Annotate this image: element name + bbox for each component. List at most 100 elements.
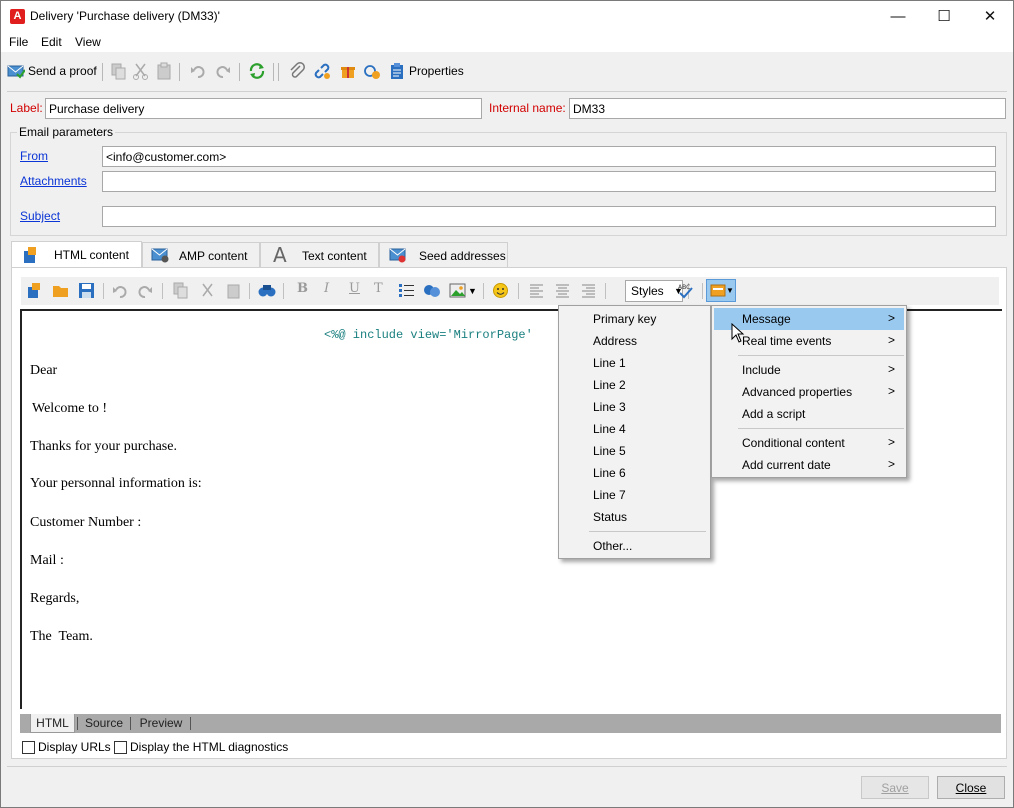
subject-input[interactable]	[102, 206, 996, 227]
image-icon[interactable]	[449, 282, 466, 299]
refresh-icon[interactable]	[248, 62, 266, 80]
submenu-item-status[interactable]: Status	[561, 506, 708, 528]
menu-separator	[738, 428, 904, 429]
display-diagnostics-label: Display the HTML diagnostics	[130, 740, 289, 754]
link-icon[interactable]	[313, 62, 331, 80]
redo-icon[interactable]	[137, 282, 154, 299]
label-input[interactable]: Purchase delivery	[45, 98, 482, 119]
submenu-item-primary-key[interactable]: Primary key	[561, 308, 708, 330]
paste-icon[interactable]	[225, 282, 242, 299]
open-folder-icon[interactable]	[52, 282, 69, 299]
tab-label: Seed addresses	[419, 249, 506, 263]
paste-icon[interactable]	[155, 62, 173, 80]
spellcheck-icon[interactable]: ABC	[677, 282, 694, 299]
menu-view[interactable]: View	[75, 35, 101, 49]
new-icon[interactable]	[26, 282, 43, 299]
attachments-link[interactable]: Attachments	[20, 174, 87, 188]
menu-item-add-current-date[interactable]: Add current date >	[714, 454, 904, 476]
menu-item-include[interactable]: Include >	[714, 359, 904, 381]
internal-name-input[interactable]: DM33	[569, 98, 1006, 119]
styles-select[interactable]: Styles ▼	[625, 280, 683, 302]
properties-button[interactable]: Properties	[409, 64, 464, 78]
menu-item-advanced-properties[interactable]: Advanced properties >	[714, 381, 904, 403]
tracking-icon[interactable]	[363, 62, 381, 80]
properties-icon[interactable]	[388, 62, 406, 80]
maximize-button[interactable]: ☐	[921, 1, 967, 32]
submenu-item-label: Other...	[593, 539, 633, 553]
subject-link[interactable]: Subject	[20, 209, 60, 223]
gift-icon[interactable]	[339, 62, 357, 80]
submenu-item-label: Address	[593, 334, 638, 348]
send-proof-button[interactable]: Send a proof	[28, 64, 97, 78]
toolbar-separator	[249, 283, 250, 299]
bullet-list-icon[interactable]	[398, 282, 415, 299]
underline-button[interactable]: U	[349, 281, 360, 296]
menu-item-add-script[interactable]: Add a script	[714, 403, 904, 425]
editor-line: The Team.	[30, 629, 93, 644]
submenu-item-label: Line 1	[593, 356, 626, 370]
divider	[77, 717, 78, 730]
view-tab-source[interactable]: Source	[80, 714, 128, 733]
from-input[interactable]: <info@customer.com>	[102, 146, 996, 167]
menu-edit[interactable]: Edit	[41, 35, 62, 49]
personalization-icon[interactable]	[423, 282, 440, 299]
minimize-button[interactable]: —	[875, 1, 921, 32]
chevron-right-icon: >	[888, 333, 896, 347]
editor-line: Your personnal information is:	[30, 476, 202, 491]
submenu-item-line-2[interactable]: Line 2	[561, 374, 708, 396]
chevron-down-icon[interactable]: ▼	[468, 286, 477, 296]
title-bar: A Delivery 'Purchase delivery (DM33)' — …	[1, 1, 1013, 32]
tab-html-content[interactable]: HTML content	[11, 241, 142, 268]
close-button[interactable]: Close	[937, 776, 1005, 799]
amp-content-icon	[151, 247, 169, 263]
styles-select-value: Styles	[631, 284, 664, 298]
insert-field-button[interactable]: ▼	[706, 279, 736, 302]
align-right-icon[interactable]	[580, 282, 597, 299]
tab-seed-addresses[interactable]: Seed addresses	[379, 242, 508, 267]
menu-item-conditional-content[interactable]: Conditional content >	[714, 432, 904, 454]
undo-icon[interactable]	[111, 282, 128, 299]
copy-icon[interactable]	[109, 62, 127, 80]
align-left-icon[interactable]	[528, 282, 545, 299]
display-urls-checkbox[interactable]	[22, 741, 35, 754]
save-icon[interactable]	[78, 282, 95, 299]
display-diagnostics-checkbox[interactable]	[114, 741, 127, 754]
divider	[7, 766, 1007, 767]
tab-amp-content[interactable]: AMP content	[142, 242, 260, 267]
view-tab-html[interactable]: HTML	[30, 714, 75, 733]
editor-line: Welcome to !	[32, 401, 108, 416]
submenu-item-line-5[interactable]: Line 5	[561, 440, 708, 462]
menu-item-label: Conditional content	[742, 436, 845, 450]
submenu-item-line-7[interactable]: Line 7	[561, 484, 708, 506]
attachments-input[interactable]	[102, 171, 996, 192]
tab-text-content[interactable]: A Text content	[260, 242, 379, 267]
align-center-icon[interactable]	[554, 282, 571, 299]
undo-icon[interactable]	[189, 62, 207, 80]
submenu-item-line-3[interactable]: Line 3	[561, 396, 708, 418]
italic-button[interactable]: I	[324, 281, 329, 296]
submenu-item-line-4[interactable]: Line 4	[561, 418, 708, 440]
attachment-icon[interactable]	[288, 62, 306, 80]
cut-icon[interactable]	[199, 282, 216, 299]
submenu-item-address[interactable]: Address	[561, 330, 708, 352]
chevron-down-icon: ▼	[726, 286, 734, 295]
copy-icon[interactable]	[172, 282, 189, 299]
send-proof-icon[interactable]	[7, 62, 25, 80]
submenu-item-other[interactable]: Other...	[561, 535, 708, 557]
submenu-item-line-6[interactable]: Line 6	[561, 462, 708, 484]
save-button[interactable]: Save	[861, 776, 929, 799]
menu-file[interactable]: File	[9, 35, 28, 49]
bold-button[interactable]: B	[297, 281, 308, 296]
view-tab-preview[interactable]: Preview	[134, 714, 188, 733]
find-icon[interactable]	[258, 282, 276, 299]
toolbar-separator	[278, 63, 279, 81]
close-window-button[interactable]: ✕	[967, 1, 1013, 32]
smiley-icon[interactable]	[492, 282, 509, 299]
clear-format-button[interactable]: T	[374, 281, 383, 296]
submenu-item-line-1[interactable]: Line 1	[561, 352, 708, 374]
view-tabs: HTML Source Preview	[20, 714, 1001, 733]
cut-icon[interactable]	[132, 62, 150, 80]
submenu-item-label: Line 4	[593, 422, 626, 436]
redo-icon[interactable]	[214, 62, 232, 80]
from-link[interactable]: From	[20, 149, 48, 163]
